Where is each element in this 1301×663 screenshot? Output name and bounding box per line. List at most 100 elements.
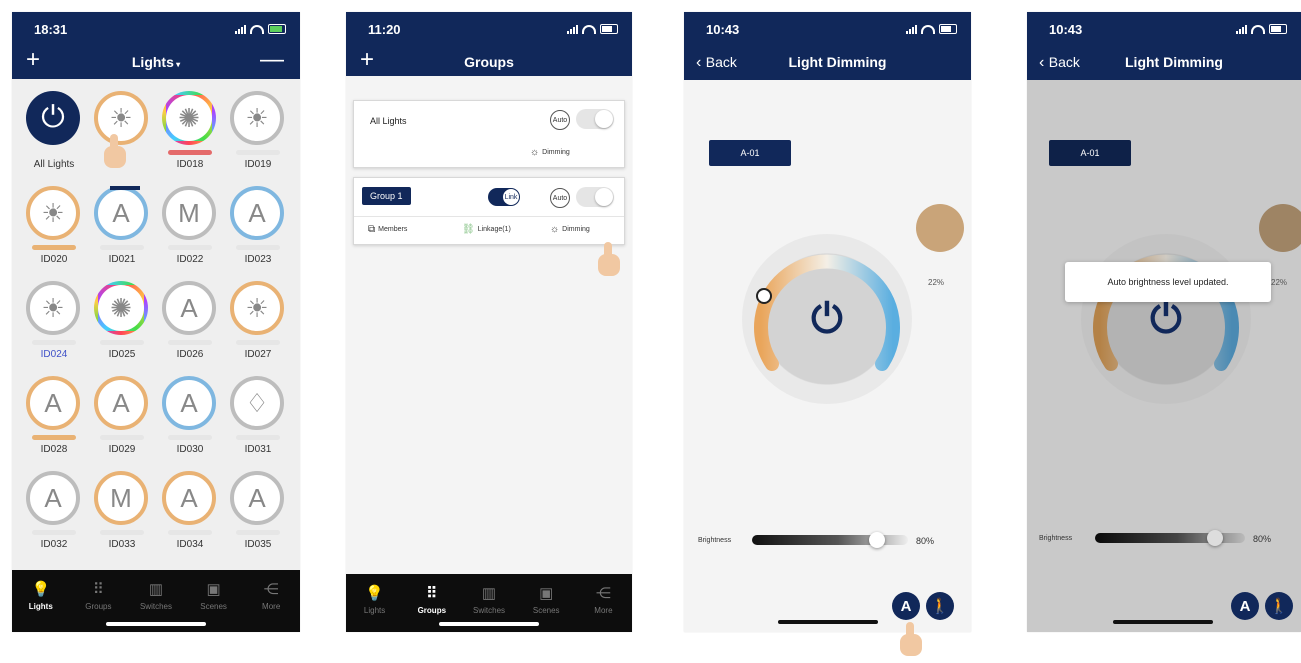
lights-dropdown[interactable]: Lights ▾ bbox=[12, 54, 300, 70]
wifi-icon bbox=[921, 24, 935, 34]
color-temperature-dial[interactable]: ⏻ bbox=[1081, 234, 1251, 404]
light-tile[interactable]: ☀ ID019 bbox=[224, 87, 292, 181]
brightness-label: Brightness bbox=[1039, 535, 1073, 542]
power-icon: ⏻ bbox=[26, 91, 80, 145]
light-tile[interactable]: A ID021 bbox=[88, 182, 156, 276]
brightness-bar bbox=[236, 435, 280, 440]
pointer-hand-icon bbox=[596, 242, 622, 276]
brightness-bar bbox=[100, 245, 144, 250]
bulb-rgb-icon: ✺ bbox=[162, 91, 216, 145]
light-tile[interactable]: ☀ ID027 bbox=[224, 277, 292, 371]
switches-icon: ▥ bbox=[148, 581, 164, 598]
tile-label: ID024 bbox=[40, 349, 68, 360]
tab-more[interactable]: ⋲ More bbox=[575, 574, 632, 632]
all-lights-card: All Lights Auto ☼ Dimming bbox=[353, 100, 625, 168]
bulb-auto-icon: A bbox=[162, 376, 216, 430]
light-tile[interactable]: A ID030 bbox=[156, 372, 224, 466]
brightness-value: 80% bbox=[916, 536, 935, 546]
bulb-icon: ☼ bbox=[550, 224, 560, 235]
home-indicator bbox=[778, 620, 878, 624]
tab-label: Switches bbox=[473, 606, 506, 615]
wifi-icon bbox=[250, 24, 264, 34]
light-tile[interactable]: M ID022 bbox=[156, 182, 224, 276]
device-chip[interactable]: A-01 bbox=[709, 140, 791, 166]
brightness-bar bbox=[236, 150, 280, 155]
brightness-bar bbox=[236, 340, 280, 345]
tab-label: More bbox=[262, 602, 281, 611]
linkage-label: Linkage(1) bbox=[477, 226, 511, 233]
bulb-auto-icon: A bbox=[230, 186, 284, 240]
tab-lights[interactable]: 💡 Lights bbox=[346, 574, 403, 632]
battery-icon bbox=[1269, 24, 1287, 34]
light-tile[interactable]: A ID035 bbox=[224, 467, 292, 561]
bulb-auto-icon: A bbox=[94, 186, 148, 240]
status-time: 18:31 bbox=[34, 22, 68, 37]
light-tile[interactable]: M ID033 bbox=[88, 467, 156, 561]
light-tile[interactable]: A ID032 bbox=[20, 467, 88, 561]
auto-button[interactable]: Auto bbox=[550, 110, 570, 130]
auto-button[interactable]: Auto bbox=[550, 188, 570, 208]
tab-more[interactable]: ⋲ More bbox=[242, 570, 300, 632]
dimming-button[interactable]: ☼ Dimming bbox=[550, 224, 590, 235]
brightness-slider[interactable] bbox=[752, 532, 908, 548]
brightness-bar bbox=[100, 340, 144, 345]
signal-icon bbox=[1236, 24, 1247, 34]
page-title: Light Dimming bbox=[1125, 54, 1223, 70]
light-tile[interactable]: ☀ ID024 bbox=[20, 277, 88, 371]
remove-button[interactable]: — bbox=[260, 48, 284, 72]
groups-icon: ⠿ bbox=[426, 585, 438, 602]
tile-label: ID023 bbox=[244, 254, 272, 265]
pointer-hand-icon bbox=[102, 134, 128, 168]
light-tile[interactable]: ☀ ID020 bbox=[20, 182, 88, 276]
members-button[interactable]: ⧉ Members bbox=[368, 224, 407, 235]
slider-knob[interactable] bbox=[1207, 530, 1223, 546]
pointer-hand-icon bbox=[898, 622, 924, 656]
divider bbox=[354, 216, 624, 217]
bulb-icon: 💡 bbox=[31, 581, 51, 598]
bulb-icon: ☀ bbox=[230, 281, 284, 335]
auto-brightness-button[interactable]: A bbox=[1231, 592, 1259, 620]
link-toggle[interactable]: Link bbox=[488, 188, 520, 206]
tile-label: ID033 bbox=[108, 539, 136, 550]
link-label: Link bbox=[503, 189, 519, 205]
light-tile[interactable]: A ID034 bbox=[156, 467, 224, 561]
all-lights-tile[interactable]: ⏻ All Lights bbox=[20, 87, 88, 181]
power-toggle[interactable] bbox=[576, 187, 614, 207]
power-toggle[interactable] bbox=[576, 109, 614, 129]
light-tile[interactable]: A ID023 bbox=[224, 182, 292, 276]
color-temperature-dial[interactable]: ⏻ bbox=[742, 234, 912, 404]
motion-sensor-button[interactable]: 🚶 bbox=[1265, 592, 1293, 620]
tab-lights[interactable]: 💡 Lights bbox=[12, 570, 70, 632]
dimming-label: Dimming bbox=[562, 226, 590, 233]
motion-sensor-button[interactable]: 🚶 bbox=[926, 592, 954, 620]
toast-message: Auto brightness level updated. bbox=[1065, 262, 1271, 302]
group-name-badge[interactable]: Group 1 bbox=[362, 187, 411, 205]
light-tile[interactable]: ✺ ID025 bbox=[88, 277, 156, 371]
tab-label: Switches bbox=[139, 602, 172, 611]
device-chip[interactable]: A-01 bbox=[1049, 140, 1131, 166]
dimming-button[interactable]: ☼ Dimming bbox=[530, 147, 570, 158]
signal-icon bbox=[906, 24, 917, 34]
auto-brightness-button[interactable]: A bbox=[892, 592, 920, 620]
tab-label: Groups bbox=[85, 602, 112, 611]
brightness-slider[interactable] bbox=[1095, 530, 1245, 546]
tile-label: ID028 bbox=[40, 444, 68, 455]
color-swatch[interactable] bbox=[916, 204, 964, 252]
status-time: 11:20 bbox=[368, 22, 401, 37]
color-temp-percent: 22% bbox=[928, 278, 945, 287]
power-icon[interactable]: ⏻ bbox=[802, 294, 852, 344]
light-tile[interactable]: ✺ ID018 bbox=[156, 87, 224, 181]
linkage-button[interactable]: ⛓ Linkage(1) bbox=[462, 224, 511, 235]
light-tile[interactable]: A ID028 bbox=[20, 372, 88, 466]
dimming-label: Dimming bbox=[542, 149, 570, 156]
light-tile[interactable]: A ID029 bbox=[88, 372, 156, 466]
light-tile[interactable]: A ID026 bbox=[156, 277, 224, 371]
brightness-bar bbox=[168, 435, 212, 440]
navbar: 10:43 ‹ Back Light Dimming bbox=[1027, 12, 1301, 80]
bulb-icon: ☀ bbox=[26, 281, 80, 335]
share-icon: ⋲ bbox=[595, 585, 611, 602]
brightness-bar bbox=[236, 245, 280, 250]
light-tile[interactable]: ♢ ID031 bbox=[224, 372, 292, 466]
color-swatch[interactable] bbox=[1259, 204, 1301, 252]
slider-knob[interactable] bbox=[869, 532, 885, 548]
